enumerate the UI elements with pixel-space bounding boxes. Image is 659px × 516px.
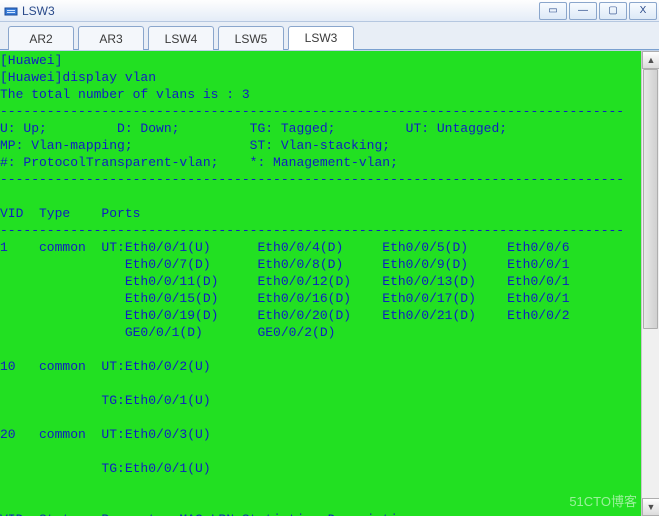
tab-lsw3[interactable]: LSW3 <box>288 26 354 50</box>
app-window: LSW3 ▭ — ▢ X AR2AR3LSW4LSW5LSW3 [Huawei]… <box>0 0 659 516</box>
tab-lsw5[interactable]: LSW5 <box>218 26 284 50</box>
scroll-down-button[interactable]: ▼ <box>642 498 659 516</box>
float-button[interactable]: ▭ <box>539 2 567 20</box>
tabstrip: AR2AR3LSW4LSW5LSW3 <box>0 22 659 50</box>
app-icon <box>4 4 18 18</box>
scrollbar[interactable]: ▲ ▼ <box>641 51 659 516</box>
window-buttons: ▭ — ▢ X <box>539 2 659 20</box>
tab-lsw4[interactable]: LSW4 <box>148 26 214 50</box>
scroll-up-button[interactable]: ▲ <box>642 51 659 69</box>
tab-ar3[interactable]: AR3 <box>78 26 144 50</box>
maximize-button[interactable]: ▢ <box>599 2 627 20</box>
tab-ar2[interactable]: AR2 <box>8 26 74 50</box>
terminal-area: [Huawei] [Huawei]display vlan The total … <box>0 50 659 516</box>
titlebar: LSW3 ▭ — ▢ X <box>0 0 659 22</box>
window-title: LSW3 <box>22 4 55 18</box>
minimize-button[interactable]: — <box>569 2 597 20</box>
terminal-output[interactable]: [Huawei] [Huawei]display vlan The total … <box>0 51 641 516</box>
close-button[interactable]: X <box>629 2 657 20</box>
scroll-thumb[interactable] <box>643 69 658 329</box>
